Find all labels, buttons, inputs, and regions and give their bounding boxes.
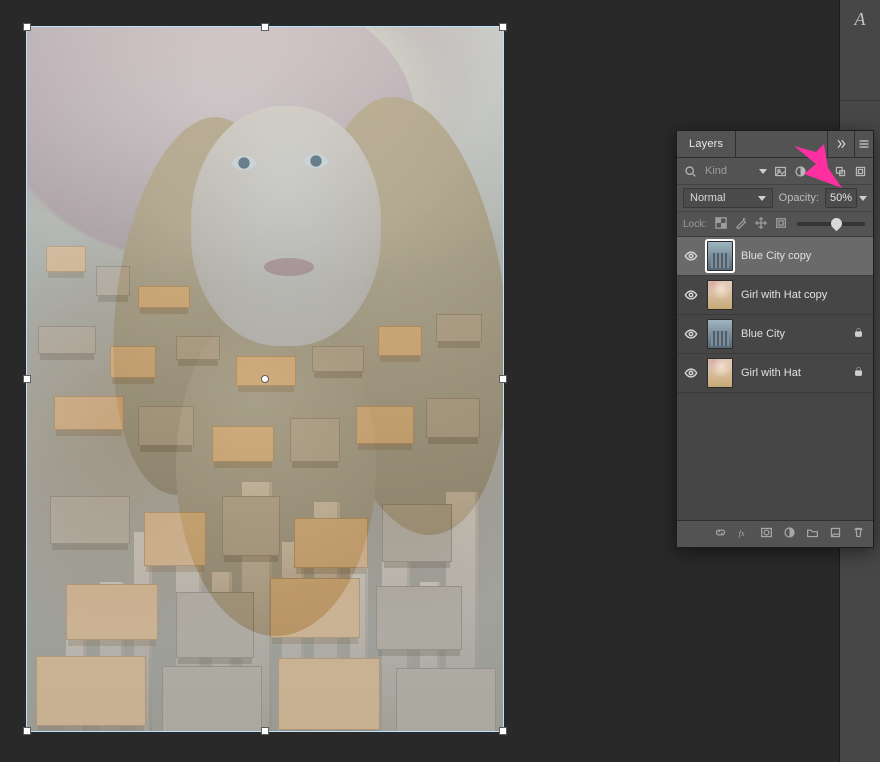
document-canvas[interactable] (0, 0, 530, 758)
layer-group-button[interactable] (806, 526, 819, 542)
chevron-down-icon (758, 196, 766, 201)
dock-spacer (840, 38, 880, 101)
svg-text:fx: fx (739, 529, 745, 538)
filter-adjustment-icon[interactable] (793, 164, 807, 178)
layer-lock-indicator[interactable] (853, 366, 867, 380)
menu-icon (858, 138, 870, 150)
filter-smartobject-icon[interactable] (853, 164, 867, 178)
collapse-panel-button[interactable] (827, 131, 854, 157)
fill-slider[interactable] (797, 222, 865, 226)
layer-mask-button[interactable] (760, 526, 773, 542)
new-layer-button[interactable] (829, 526, 842, 542)
opacity-input[interactable]: 50% (825, 188, 857, 208)
blend-opacity-row: Normal Opacity: 50% (677, 185, 873, 212)
layer-thumbnail[interactable] (707, 358, 733, 388)
layer-list: Blue City copy Girl with Hat copy Blue Cit… (677, 237, 873, 520)
layer-row[interactable]: Girl with Hat (677, 354, 873, 393)
panel-tabs: Layers (677, 131, 873, 158)
layer-style-button[interactable]: fx (737, 526, 750, 542)
filter-kind-label[interactable]: Kind (705, 165, 727, 177)
layer-row[interactable]: Girl with Hat copy (677, 276, 873, 315)
tab-layers[interactable]: Layers (677, 131, 736, 157)
eye-icon (684, 288, 698, 302)
layers-panel: Layers Kind No (676, 130, 874, 548)
panel-menu-button[interactable] (854, 131, 873, 157)
visibility-toggle[interactable] (683, 366, 699, 380)
visibility-toggle[interactable] (683, 327, 699, 341)
delete-layer-button[interactable] (852, 526, 865, 542)
document[interactable] (26, 26, 504, 732)
opacity-label: Opacity: (779, 192, 819, 204)
filter-type-icon[interactable] (813, 164, 827, 178)
lock-pixels-icon[interactable] (735, 217, 747, 232)
lock-fill-row: Lock: (677, 212, 873, 237)
lock-artboard-icon[interactable] (775, 217, 787, 232)
layer-filter-row: Kind (677, 158, 873, 185)
layer-name[interactable]: Blue City (741, 328, 845, 340)
adjustment-layer-button[interactable] (783, 526, 796, 542)
image-stack (26, 26, 504, 732)
lock-icon (853, 366, 864, 377)
eye-icon (684, 366, 698, 380)
blend-mode-select[interactable]: Normal (683, 188, 773, 208)
paragraph-panel-icon[interactable]: A (840, 0, 880, 38)
layer-lock-indicator[interactable] (853, 327, 867, 341)
link-layers-button[interactable] (714, 526, 727, 542)
blend-mode-value: Normal (690, 192, 725, 204)
layer-render-blue-city (26, 26, 504, 732)
layers-panel-footer: fx (677, 520, 873, 547)
lock-label: Lock: (683, 219, 707, 230)
chevron-down-icon (759, 169, 767, 174)
visibility-toggle[interactable] (683, 288, 699, 302)
filter-pixel-icon[interactable] (773, 164, 787, 178)
visibility-toggle[interactable] (683, 249, 699, 263)
search-icon (683, 164, 697, 178)
filter-shape-icon[interactable] (833, 164, 847, 178)
layer-thumbnail[interactable] (707, 319, 733, 349)
lock-icon (853, 327, 864, 338)
chevrons-right-icon (835, 138, 847, 150)
eye-icon (684, 327, 698, 341)
lock-transparency-icon[interactable] (715, 217, 727, 232)
layer-name[interactable]: Blue City copy (741, 250, 845, 262)
eye-icon (684, 249, 698, 263)
layer-name[interactable]: Girl with Hat copy (741, 289, 845, 301)
layer-name[interactable]: Girl with Hat (741, 367, 845, 379)
layer-thumbnail[interactable] (707, 241, 733, 271)
lock-position-icon[interactable] (755, 217, 767, 232)
layer-row[interactable]: Blue City copy (677, 237, 873, 276)
chevron-down-icon[interactable] (859, 196, 867, 201)
layer-row[interactable]: Blue City (677, 315, 873, 354)
layer-thumbnail[interactable] (707, 280, 733, 310)
